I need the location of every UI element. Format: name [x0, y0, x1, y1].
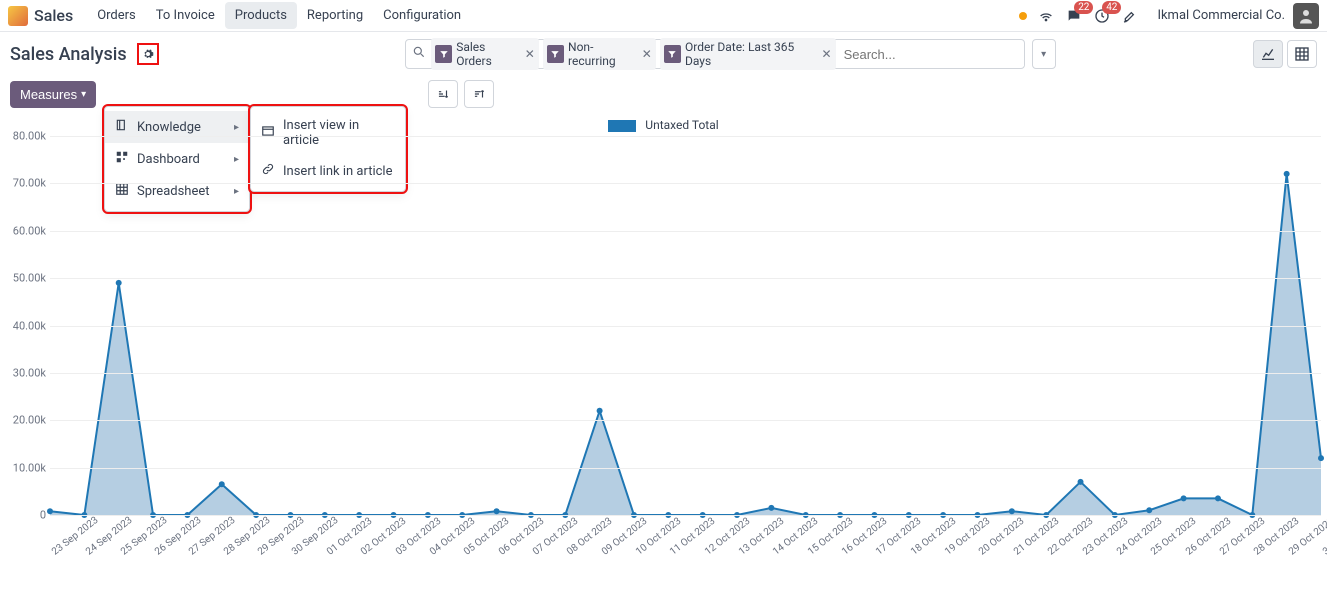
messages-badge: 22	[1074, 1, 1093, 14]
gear-icon[interactable]	[137, 43, 159, 65]
filter-icon	[435, 45, 452, 63]
filter-icon	[547, 45, 564, 63]
user-avatar[interactable]	[1293, 3, 1319, 29]
chip-label: Order Date: Last 365 Days	[685, 40, 818, 68]
nav-item-orders[interactable]: Orders	[87, 2, 146, 29]
y-tick: 80.00k	[6, 130, 46, 143]
y-tick: 10.00k	[6, 461, 46, 474]
y-tick: 0	[6, 509, 46, 522]
status-dot-icon	[1019, 12, 1027, 20]
y-tick: 20.00k	[6, 414, 46, 427]
pivot-view-button[interactable]	[1287, 40, 1317, 68]
chart-plot[interactable]: 010.00k20.00k30.00k40.00k50.00k60.00k70.…	[50, 136, 1321, 516]
measures-label: Measures	[20, 87, 77, 102]
y-tick: 40.00k	[6, 319, 46, 332]
control-bar: Sales Analysis Sales Orders✕Non-recurrin…	[0, 32, 1327, 76]
filter-chip[interactable]: Non-recurring ✕	[543, 38, 656, 70]
legend-swatch	[608, 120, 636, 132]
nav-item-configuration[interactable]: Configuration	[373, 2, 471, 29]
search-icon[interactable]	[412, 45, 427, 63]
search-dropdown-toggle[interactable]: ▾	[1032, 39, 1056, 69]
sort-desc-button[interactable]	[464, 80, 494, 108]
app-name: Sales	[34, 6, 73, 25]
graph-view-button[interactable]	[1253, 40, 1283, 68]
app-icon	[8, 6, 28, 26]
y-tick: 70.00k	[6, 177, 46, 190]
filter-chip[interactable]: Sales Orders ✕	[431, 38, 539, 70]
nav-item-reporting[interactable]: Reporting	[297, 2, 373, 29]
toolbar: Measures ▾ Knowledge▸Dashboard▸Spreadshe…	[0, 76, 1327, 112]
messages-icon[interactable]: 22	[1065, 7, 1083, 25]
activities-badge: 42	[1102, 1, 1121, 14]
tools-icon[interactable]	[1121, 7, 1139, 25]
y-tick: 50.00k	[6, 272, 46, 285]
sort-asc-button[interactable]	[428, 80, 458, 108]
chip-remove-icon[interactable]: ✕	[822, 47, 832, 61]
chart-x-axis: 23 Sep 202324 Sep 202325 Sep 202326 Sep …	[50, 516, 1321, 560]
chart-legend: Untaxed Total	[6, 118, 1321, 132]
y-tick: 60.00k	[6, 224, 46, 237]
wifi-icon[interactable]	[1037, 7, 1055, 25]
search-bar: Sales Orders✕Non-recurring✕Order Date: L…	[405, 39, 1025, 69]
page-title: Sales Analysis	[10, 44, 127, 65]
top-navbar: Sales OrdersTo InvoiceProductsReportingC…	[0, 0, 1327, 32]
chip-label: Sales Orders	[456, 40, 521, 68]
chip-remove-icon[interactable]: ✕	[642, 47, 652, 61]
nav-item-to-invoice[interactable]: To Invoice	[146, 2, 225, 29]
nav-item-products[interactable]: Products	[225, 2, 297, 29]
chip-remove-icon[interactable]: ✕	[525, 47, 535, 61]
search-input[interactable]	[840, 43, 1024, 66]
filter-chip[interactable]: Order Date: Last 365 Days ✕	[660, 38, 836, 70]
caret-down-icon: ▾	[81, 89, 86, 100]
activities-icon[interactable]: 42	[1093, 7, 1111, 25]
chip-label: Non-recurring	[568, 40, 638, 68]
legend-label: Untaxed Total	[645, 118, 718, 132]
user-company[interactable]: Ikmal Commercial Co.	[1157, 8, 1285, 23]
chart-area: Untaxed Total 010.00k20.00k30.00k40.00k5…	[0, 112, 1327, 547]
filter-icon	[664, 45, 681, 63]
measures-button[interactable]: Measures ▾	[10, 81, 96, 108]
y-tick: 30.00k	[6, 366, 46, 379]
